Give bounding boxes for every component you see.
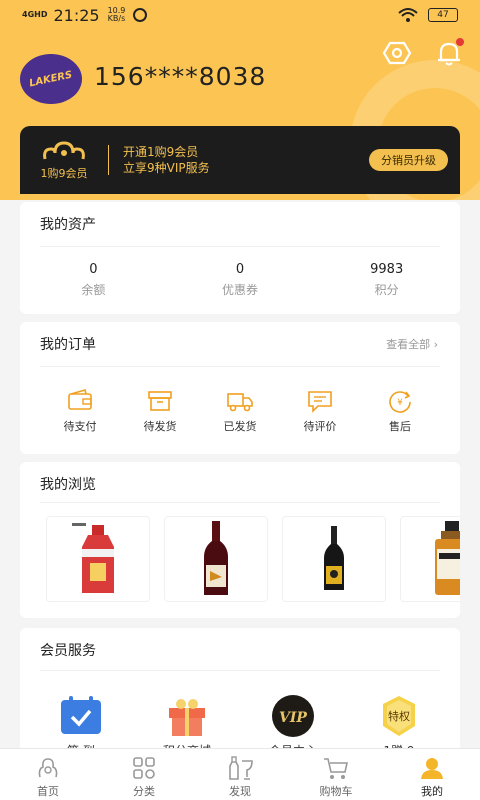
product-thumbnail[interactable] [164,516,268,602]
vip-logo: 1购9会员 [32,139,96,181]
settings-button[interactable] [382,38,412,68]
assets-card: 我的资产 0 余额 0 优惠券 9983 积分 [20,202,460,314]
order-pending-payment[interactable]: 待支付 [40,388,120,434]
tab-profile[interactable]: 我的 [384,749,480,800]
gear-icon [382,41,412,65]
app-notification-icon [133,8,148,22]
view-all-orders-link[interactable]: 查看全部 › [386,336,438,352]
orders-title: 我的订单 [40,337,96,353]
network-indicator: 4GHD [22,10,48,19]
gift-icon [169,699,205,736]
vip-logo-text: 1购9会员 [40,167,88,180]
red-wine-bottle-image [204,521,228,595]
order-after-sales[interactable]: ¥ 售后 [360,388,440,434]
divider [40,366,440,367]
battery-indicator: 47 [428,8,458,22]
calendar-check-icon [61,696,101,734]
order-pending-shipment[interactable]: 待发货 [120,388,200,434]
member-services-card: 会员服务 签 到 积分商城 VIP 会员中心 特权 1赠 9 [20,628,460,768]
notification-dot [456,38,464,46]
wallet-icon [68,389,92,410]
privilege-icon: 特权 [383,696,415,736]
profile-icon [421,758,443,779]
box-icon [148,391,172,411]
vip-logo-icon [43,141,85,160]
avatar[interactable]: LAKERS [20,54,82,104]
category-icon [133,757,155,779]
wifi-icon [398,8,418,22]
truck-icon [227,393,253,412]
user-phone: 156****8038 [94,62,267,91]
discover-icon [229,756,253,780]
network-speed: 10.9 KB/s [107,6,126,23]
asset-coupons[interactable]: 0 优惠券 [167,262,314,298]
whiskey-bottle-image [435,521,460,595]
vip-divider [108,145,109,175]
tab-home[interactable]: 首页 [0,749,96,800]
tab-cart[interactable]: 购物车 [288,749,384,800]
tab-discover[interactable]: 发现 [192,749,288,800]
services-title: 会员服务 [40,643,96,659]
product-thumbnail[interactable] [46,516,150,602]
avatar-logo-text: LAKERS [28,69,74,89]
product-thumbnail[interactable] [282,516,386,602]
baijiu-bottle-image [72,523,114,593]
browse-history-card: 我的浏览 [20,462,460,618]
svg-text:VIP: VIP [279,710,307,726]
product-thumbnail[interactable] [400,516,460,602]
asset-points[interactable]: 9983 积分 [313,262,460,298]
bottom-tab-bar: 首页 分类 发现 购物车 我的 [0,748,480,800]
vip-banner[interactable]: 1购9会员 开通1购9会员 立享9种VIP服务 分销员升级 [20,126,460,194]
order-shipped[interactable]: 已发货 [200,388,280,434]
tab-category[interactable]: 分类 [96,749,192,800]
comment-icon [308,391,332,413]
notification-button[interactable] [434,38,464,68]
browse-title: 我的浏览 [40,477,96,493]
divider [40,246,440,247]
cart-icon [324,758,348,779]
assets-title: 我的资产 [40,217,96,233]
vip-description: 开通1购9会员 立享9种VIP服务 [123,145,210,175]
wine-bottle-image [324,526,344,590]
divider [40,502,440,503]
home-icon [38,758,58,778]
order-to-review[interactable]: 待评价 [280,388,360,434]
svg-text:¥: ¥ [397,398,403,408]
status-bar: 4GHD 21:25 10.9 KB/s 47 [0,0,480,30]
svg-text:特权: 特权 [388,709,410,723]
distributor-upgrade-button[interactable]: 分销员升级 [369,149,448,171]
asset-balance[interactable]: 0 余额 [20,262,167,298]
vip-icon: VIP [272,695,314,737]
orders-card: 我的订单 查看全部 › 待支付 待发货 已发货 待评价 ¥ 售后 [20,322,460,454]
refund-icon: ¥ [389,391,411,413]
chevron-right-icon: › [433,338,438,351]
divider [40,670,440,671]
status-time: 21:25 [53,5,100,25]
